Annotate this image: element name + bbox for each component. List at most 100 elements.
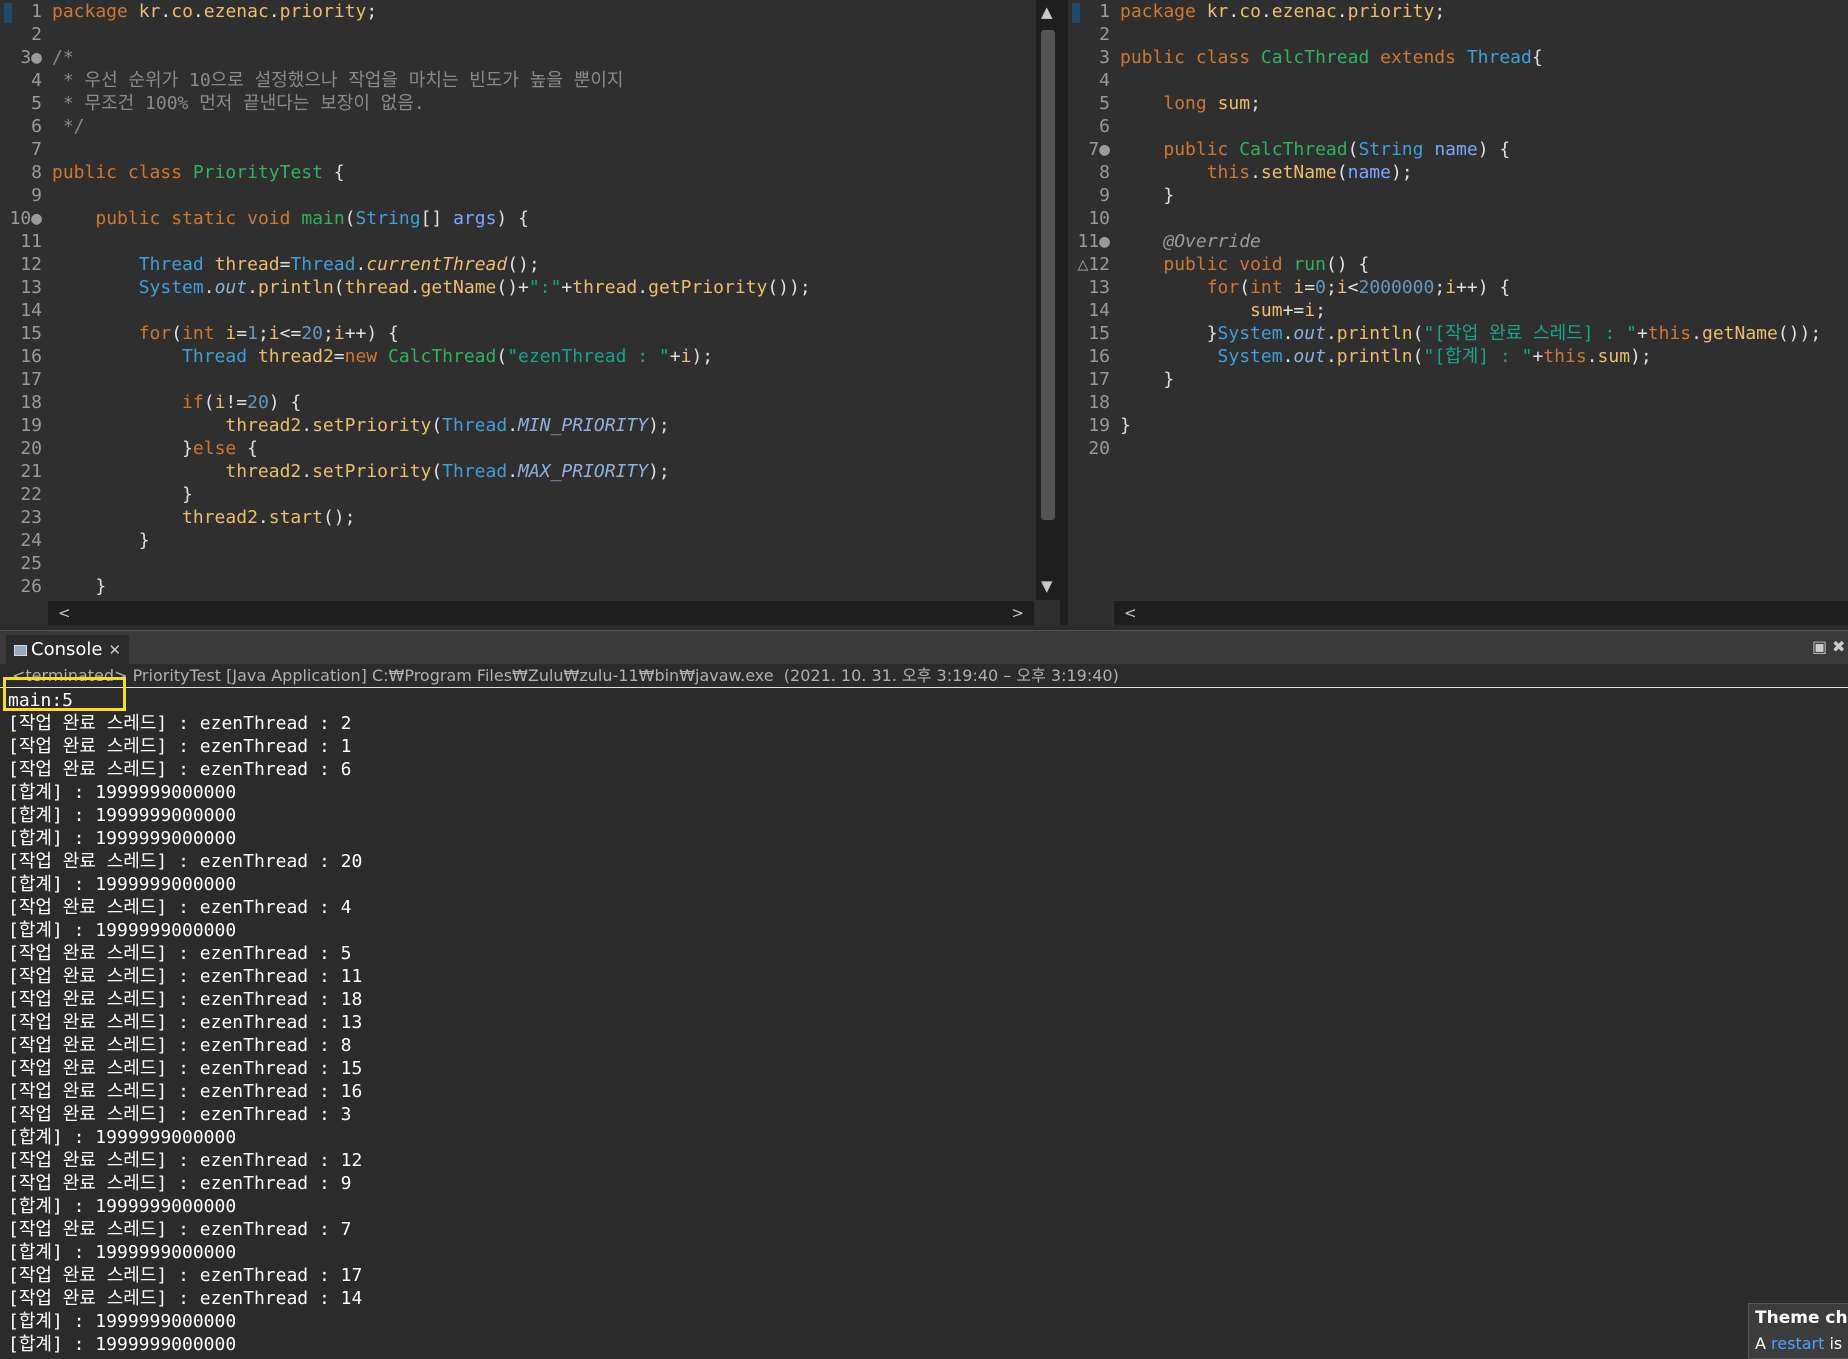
code-line[interactable]: 4 * 우선 순위가 10으로 설정했으나 작업을 마치는 빈도가 높을 뿐이지 — [0, 69, 1060, 92]
code-text[interactable]: sum+=i; — [1120, 299, 1326, 322]
code-line[interactable]: 6 */ — [0, 115, 1060, 138]
code-text[interactable]: package kr.co.ezenac.priority; — [1120, 0, 1445, 23]
code-text[interactable]: public static void main(String[] args) { — [52, 207, 529, 230]
code-line[interactable]: 7 — [0, 138, 1060, 161]
code-line[interactable]: 18 if(i!=20) { — [0, 391, 1060, 414]
scroll-thumb[interactable] — [1041, 30, 1055, 520]
code-text[interactable]: }System.out.println("[작업 완료 스레드] : "+thi… — [1120, 322, 1822, 345]
code-line[interactable]: 16 Thread thread2=new CalcThread("ezenTh… — [0, 345, 1060, 368]
code-text[interactable]: } — [52, 483, 193, 506]
theme-change-notification[interactable]: Theme cha A restart is r — [1748, 1303, 1848, 1359]
code-text[interactable]: System.out.println(thread.getName()+":"+… — [52, 276, 811, 299]
code-text[interactable]: package kr.co.ezenac.priority; — [52, 0, 377, 23]
code-text[interactable]: thread2.setPriority(Thread.MAX_PRIORITY)… — [52, 460, 669, 483]
code-area[interactable]: 1 package kr.co.ezenac.priority; 2 3 public … — [1068, 0, 1848, 460]
code-text[interactable]: } — [1120, 414, 1131, 437]
code-line[interactable]: 6 — [1068, 115, 1848, 138]
code-line[interactable]: 9 — [0, 184, 1060, 207]
code-line[interactable]: 19 thread2.setPriority(Thread.MIN_PRIORI… — [0, 414, 1060, 437]
code-line[interactable]: 15 for(int i=1;i<=20;i++) { — [0, 322, 1060, 345]
code-line[interactable]: 8 this.setName(name); — [1068, 161, 1848, 184]
code-line[interactable]: 3● /* — [0, 46, 1060, 69]
code-text[interactable]: public CalcThread(String name) { — [1120, 138, 1510, 161]
code-text[interactable]: */ — [52, 115, 85, 138]
code-line[interactable]: 24 } — [0, 529, 1060, 552]
scroll-left-icon[interactable]: < — [58, 601, 71, 625]
code-text[interactable]: /* — [52, 46, 74, 69]
editor-splitter[interactable] — [1060, 0, 1068, 625]
code-line[interactable]: 5 long sum; — [1068, 92, 1848, 115]
code-text[interactable]: public class PriorityTest { — [52, 161, 345, 184]
code-line[interactable]: 4 — [1068, 69, 1848, 92]
code-text[interactable]: for(int i=0;i<2000000;i++) { — [1120, 276, 1511, 299]
code-text[interactable]: public void run() { — [1120, 253, 1369, 276]
scroll-down-icon[interactable]: ▼ — [1041, 574, 1053, 598]
code-line[interactable]: 14 sum+=i; — [1068, 299, 1848, 322]
code-area[interactable]: 1 package kr.co.ezenac.priority; 2 3●/* 4 * … — [0, 0, 1060, 598]
console-output[interactable]: main:5 [작업 완료 스레드] : ezenThread : 2 [작업 완료… — [0, 689, 1848, 1357]
code-line[interactable]: 21 thread2.setPriority(Thread.MAX_PRIORI… — [0, 460, 1060, 483]
code-line[interactable]: 16 System.out.println("[합계] : "+this.sum… — [1068, 345, 1848, 368]
code-text[interactable]: long sum; — [1120, 92, 1261, 115]
code-text[interactable]: } — [52, 529, 150, 552]
code-line[interactable]: 15 }System.out.println("[작업 완료 스레드] : "+… — [1068, 322, 1848, 345]
code-line[interactable]: 17 — [0, 368, 1060, 391]
close-icon[interactable]: ✕ — [108, 641, 121, 659]
scroll-up-icon[interactable]: ▲ — [1041, 0, 1053, 24]
scroll-left-icon[interactable]: < — [1124, 601, 1137, 625]
code-text[interactable]: thread2.start(); — [52, 506, 355, 529]
code-text[interactable]: thread2.setPriority(Thread.MIN_PRIORITY)… — [52, 414, 669, 437]
minimize-icon[interactable]: ▣ — [1812, 637, 1827, 656]
code-line[interactable]: △12 public void run() { — [1068, 253, 1848, 276]
code-line[interactable]: 14 — [0, 299, 1060, 322]
code-line[interactable]: 8 public class PriorityTest { — [0, 161, 1060, 184]
code-text[interactable]: * 우선 순위가 10으로 설정했으나 작업을 마치는 빈도가 높을 뿐이지 — [52, 69, 624, 92]
code-line[interactable]: 7● public CalcThread(String name) { — [1068, 138, 1848, 161]
code-text[interactable]: } — [52, 575, 106, 598]
code-line[interactable]: 1 package kr.co.ezenac.priority; — [1068, 0, 1848, 23]
code-line[interactable]: 13 for(int i=0;i<2000000;i++) { — [1068, 276, 1848, 299]
code-text[interactable]: this.setName(name); — [1120, 161, 1413, 184]
editor-priority-test[interactable]: 1 package kr.co.ezenac.priority; 2 3●/* 4 * … — [0, 0, 1060, 625]
code-line[interactable]: 26 } — [0, 575, 1060, 598]
code-line[interactable]: 11 — [0, 230, 1060, 253]
code-line[interactable]: 2 — [0, 23, 1060, 46]
code-line[interactable]: 23 thread2.start(); — [0, 506, 1060, 529]
code-text[interactable]: System.out.println("[합계] : "+this.sum); — [1120, 345, 1652, 368]
code-text[interactable]: @Override — [1120, 230, 1261, 253]
horizontal-scrollbar[interactable]: < > — [48, 601, 1034, 625]
code-text[interactable]: Thread thread2=new CalcThread("ezenThrea… — [52, 345, 713, 368]
code-line[interactable]: 22 } — [0, 483, 1060, 506]
code-line[interactable]: 25 — [0, 552, 1060, 575]
code-line[interactable]: 10 — [1068, 207, 1848, 230]
code-line[interactable]: 18 — [1068, 391, 1848, 414]
code-text[interactable]: } — [1120, 184, 1174, 207]
code-text[interactable]: public class CalcThread extends Thread{ — [1120, 46, 1543, 69]
restart-link[interactable]: restart — [1771, 1334, 1824, 1353]
code-line[interactable]: 20 }else { — [0, 437, 1060, 460]
code-line[interactable]: 13 System.out.println(thread.getName()+"… — [0, 276, 1060, 299]
code-text[interactable]: } — [1120, 368, 1174, 391]
code-text[interactable]: Thread thread=Thread.currentThread(); — [52, 253, 540, 276]
code-text[interactable]: for(int i=1;i<=20;i++) { — [52, 322, 399, 345]
code-text[interactable]: if(i!=20) { — [52, 391, 301, 414]
code-line[interactable]: 11● @Override — [1068, 230, 1848, 253]
code-text[interactable]: * 무조건 100% 먼저 끝낸다는 보장이 없음. — [52, 92, 425, 115]
code-line[interactable]: 9 } — [1068, 184, 1848, 207]
code-line[interactable]: 12 Thread thread=Thread.currentThread(); — [0, 253, 1060, 276]
code-line[interactable]: 1 package kr.co.ezenac.priority; — [0, 0, 1060, 23]
tab-console[interactable]: Console ✕ — [6, 635, 130, 665]
horizontal-scrollbar[interactable]: < — [1114, 601, 1848, 625]
vertical-scrollbar[interactable]: ▲ ▼ — [1036, 0, 1060, 600]
editor-calc-thread[interactable]: 1 package kr.co.ezenac.priority; 2 3 public … — [1068, 0, 1848, 625]
code-line[interactable]: 10● public static void main(String[] arg… — [0, 207, 1060, 230]
code-line[interactable]: 3 public class CalcThread extends Thread{ — [1068, 46, 1848, 69]
code-line[interactable]: 20 — [1068, 437, 1848, 460]
code-line[interactable]: 5 * 무조건 100% 먼저 끝낸다는 보장이 없음. — [0, 92, 1060, 115]
maximize-icon[interactable]: ✖ — [1832, 637, 1845, 656]
code-line[interactable]: 19} — [1068, 414, 1848, 437]
scroll-right-icon[interactable]: > — [1011, 601, 1024, 625]
code-line[interactable]: 17 } — [1068, 368, 1848, 391]
code-text[interactable]: }else { — [52, 437, 258, 460]
code-line[interactable]: 2 — [1068, 23, 1848, 46]
